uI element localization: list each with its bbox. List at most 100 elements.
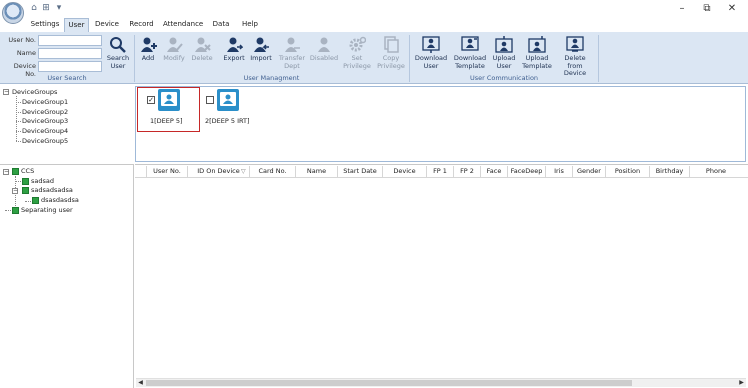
column-header[interactable]: Device bbox=[383, 166, 427, 177]
department-item[interactable]: dsasdasdsa bbox=[41, 195, 79, 205]
modify-label: Modify bbox=[163, 54, 185, 62]
device-group-item[interactable]: DeviceGroup5 bbox=[22, 136, 68, 146]
gear-icon bbox=[348, 36, 366, 53]
device-checkbox[interactable] bbox=[206, 96, 214, 104]
column-header[interactable]: User No. bbox=[147, 166, 188, 177]
layout-icon[interactable]: ⊞ bbox=[41, 3, 51, 13]
device-group-item[interactable]: DeviceGroup1 bbox=[22, 97, 68, 107]
device-group-item[interactable]: DeviceGroup3 bbox=[22, 116, 68, 126]
download-user-icon bbox=[422, 36, 440, 53]
copy-icon bbox=[382, 36, 400, 53]
separating-user-item[interactable]: Separating user bbox=[21, 205, 73, 215]
quick-access-dropdown-icon[interactable]: ▾ bbox=[54, 3, 64, 13]
device-label[interactable]: 2[DEEP 5 IRT] bbox=[205, 116, 250, 126]
column-header[interactable]: Position bbox=[606, 166, 650, 177]
name-field[interactable] bbox=[38, 48, 102, 59]
tree-connector bbox=[5, 210, 11, 211]
fingerprint-device-icon[interactable] bbox=[158, 89, 180, 111]
search-user-button[interactable]: Search User bbox=[104, 36, 132, 70]
device-group-item[interactable]: DeviceGroup4 bbox=[22, 126, 68, 136]
import-user-icon bbox=[252, 36, 270, 53]
column-header[interactable]: FP 1 bbox=[427, 166, 454, 177]
home-icon[interactable]: ⌂ bbox=[29, 3, 39, 13]
disabled-label: Disabled bbox=[309, 54, 339, 62]
transfer-dept-label: Transfer Dept bbox=[278, 54, 306, 70]
export-label: Export bbox=[223, 54, 245, 62]
upload-user-icon bbox=[495, 36, 513, 53]
tree-connector bbox=[16, 141, 21, 142]
user-no-label: User No. bbox=[8, 36, 36, 44]
user-management-group-label: User Managment bbox=[243, 74, 300, 82]
modify-button[interactable]: Modify bbox=[162, 36, 186, 63]
tab-help[interactable]: Help bbox=[239, 18, 261, 32]
delete-from-device-icon bbox=[566, 36, 584, 53]
tab-device[interactable]: Device bbox=[94, 18, 120, 32]
import-label: Import bbox=[250, 54, 272, 62]
column-header[interactable]: Start Date bbox=[338, 166, 383, 177]
department-icon bbox=[22, 178, 29, 185]
device-label[interactable]: 1[DEEP 5] bbox=[150, 116, 183, 126]
tab-settings[interactable]: Settings bbox=[30, 18, 60, 32]
upload-user-label: Upload User bbox=[492, 54, 516, 70]
device-no-field[interactable] bbox=[38, 61, 102, 72]
set-privilege-button[interactable]: Set Privilege bbox=[343, 36, 371, 70]
download-template-icon bbox=[461, 36, 479, 53]
tree-connector bbox=[16, 131, 21, 132]
minimize-button[interactable]: – bbox=[672, 2, 692, 16]
download-user-button[interactable]: Download User bbox=[414, 36, 448, 70]
set-privilege-label: Set Privilege bbox=[343, 54, 371, 70]
collapse-toggle[interactable]: − bbox=[3, 89, 9, 95]
tree-connector bbox=[15, 181, 21, 182]
tab-attendance[interactable]: Attendance bbox=[163, 18, 203, 32]
add-user-icon bbox=[139, 36, 157, 53]
row-selector-header bbox=[136, 166, 147, 177]
column-header[interactable]: Gender bbox=[573, 166, 606, 177]
department-icon bbox=[32, 197, 39, 204]
collapse-toggle[interactable]: − bbox=[3, 169, 9, 175]
maximize-button[interactable]: ⧉ bbox=[697, 2, 717, 16]
delete-from-device-button[interactable]: Delete from Device bbox=[556, 36, 594, 78]
tree-connector bbox=[16, 121, 21, 122]
user-no-field[interactable] bbox=[38, 35, 102, 46]
download-template-button[interactable]: Download Template bbox=[452, 36, 488, 70]
user-grid bbox=[135, 164, 748, 388]
column-header[interactable]: Card No. bbox=[250, 166, 296, 177]
delete-button[interactable]: Delete bbox=[190, 36, 214, 63]
department-item[interactable]: sadsadsadsa bbox=[31, 185, 73, 195]
export-button[interactable]: Export bbox=[222, 36, 246, 63]
close-button[interactable]: ✕ bbox=[722, 2, 742, 16]
column-header[interactable]: Birthday bbox=[650, 166, 690, 177]
column-header[interactable]: Phone bbox=[690, 166, 742, 177]
ribbon-separator bbox=[598, 35, 599, 82]
tab-record[interactable]: Record bbox=[128, 18, 155, 32]
tab-user[interactable]: User bbox=[64, 18, 89, 32]
add-button[interactable]: Add bbox=[137, 36, 159, 63]
scroll-right-icon[interactable]: ▶ bbox=[737, 378, 746, 387]
import-button[interactable]: Import bbox=[249, 36, 273, 63]
department-icon bbox=[12, 207, 19, 214]
tree-connector bbox=[16, 112, 21, 113]
user-communication-group-label: User Communication bbox=[469, 74, 539, 82]
fingerprint-device-icon[interactable] bbox=[217, 89, 239, 111]
column-header[interactable]: Name bbox=[296, 166, 338, 177]
app-logo[interactable] bbox=[2, 2, 24, 24]
transfer-dept-button[interactable]: Transfer Dept bbox=[278, 36, 306, 70]
column-header[interactable]: Face bbox=[481, 166, 508, 177]
device-groups-root[interactable]: DeviceGroups bbox=[12, 87, 57, 97]
scrollbar-thumb[interactable] bbox=[146, 380, 632, 386]
upload-user-button[interactable]: Upload User bbox=[491, 36, 517, 70]
disabled-button[interactable]: Disabled bbox=[309, 36, 339, 63]
download-user-label: Download User bbox=[414, 54, 448, 70]
filter-icon[interactable]: ▽ bbox=[241, 166, 246, 177]
copy-privilege-button[interactable]: Copy Privilege bbox=[376, 36, 406, 70]
department-root[interactable]: CCS bbox=[21, 166, 34, 176]
tab-data[interactable]: Data bbox=[210, 18, 232, 32]
column-header[interactable]: FaceDeep bbox=[508, 166, 546, 177]
tree-connector bbox=[25, 201, 31, 202]
column-header[interactable]: FP 2 bbox=[454, 166, 481, 177]
column-header[interactable]: Iris bbox=[546, 166, 573, 177]
scroll-left-icon[interactable]: ◀ bbox=[136, 378, 145, 387]
device-checkbox[interactable]: ✓ bbox=[147, 96, 155, 104]
upload-template-button[interactable]: Upload Template bbox=[520, 36, 554, 70]
collapse-toggle[interactable]: − bbox=[12, 188, 18, 194]
